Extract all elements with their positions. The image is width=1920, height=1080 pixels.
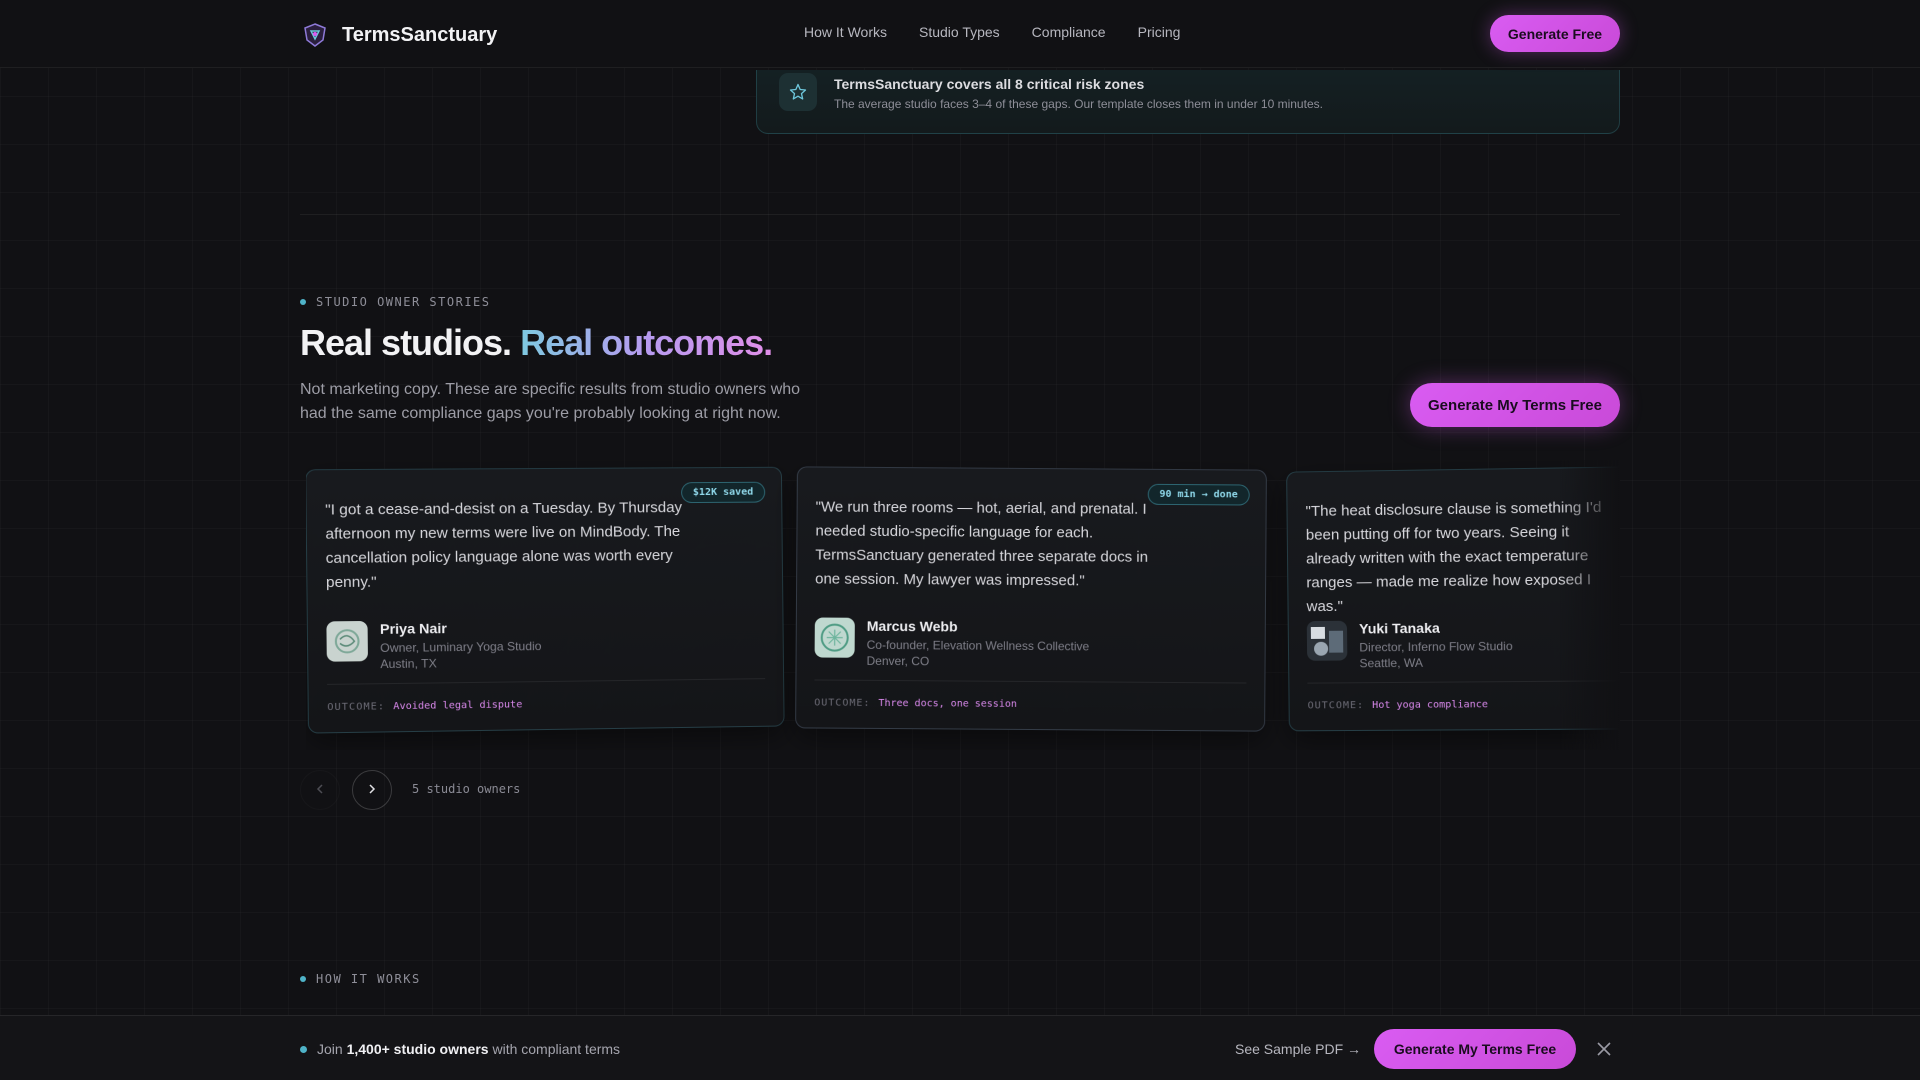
- author-name: Yuki Tanaka: [1359, 619, 1440, 637]
- testimonial-author: Marcus Webb Co-founder, Elevation Wellne…: [814, 617, 1090, 670]
- testimonial-card: $12K saved "I got a cease-and-desist on …: [306, 466, 785, 734]
- nav-generate-free-button[interactable]: Generate Free: [1490, 15, 1620, 52]
- shield-logo-icon: [300, 20, 330, 50]
- author-location: Austin, TX: [380, 656, 437, 672]
- heading-plain: Real studios.: [300, 322, 512, 363]
- outcome-row: OUTCOME: Hot yoga compliance: [1308, 699, 1488, 711]
- author-name: Priya Nair: [379, 620, 447, 637]
- how-it-works-eyebrow-label: HOW IT WORKS: [316, 972, 421, 986]
- author-location: Denver, CO: [866, 653, 930, 669]
- outcome-value: Avoided legal dispute: [393, 699, 523, 713]
- see-sample-pdf-link[interactable]: See Sample PDF →: [1235, 1041, 1361, 1057]
- sticky-cta-bar: Join 1,400+ studio owners with compliant…: [0, 1015, 1920, 1080]
- chevron-right-icon: [366, 783, 378, 798]
- eyebrow-dot: [300, 299, 306, 305]
- carousel-next-button[interactable]: [352, 770, 392, 810]
- avatar: [1306, 620, 1348, 661]
- close-bar-button[interactable]: [1592, 1038, 1616, 1062]
- status-dot: [300, 1045, 307, 1053]
- banner-title: TermsSanctuary covers all 8 critical ris…: [834, 76, 1145, 92]
- stories-eyebrow-label: STUDIO OWNER STORIES: [316, 295, 491, 309]
- author-name: Marcus Webb: [866, 617, 958, 635]
- carousel-fade: [1560, 460, 1620, 750]
- social-proof: Join 1,400+ studio owners with compliant…: [300, 1041, 620, 1057]
- outcome-label: OUTCOME:: [327, 701, 386, 714]
- bar-generate-terms-button[interactable]: Generate My Terms Free: [1374, 1029, 1576, 1069]
- heading-accent: Real outcomes.: [520, 322, 773, 363]
- nav-link-compliance[interactable]: Compliance: [1032, 24, 1106, 40]
- outcome-label: OUTCOME:: [814, 697, 871, 709]
- stories-heading: Real studios. Real outcomes.: [300, 322, 773, 364]
- social-proof-suffix: with compliant terms: [492, 1041, 621, 1057]
- testimonial-author: Yuki Tanaka Director, Inferno Flow Studi…: [1306, 619, 1513, 672]
- stories-eyebrow: STUDIO OWNER STORIES: [300, 295, 491, 309]
- testimonial-quote: "I got a cease-and-desist on a Tuesday. …: [325, 499, 683, 592]
- nav-link-how-it-works[interactable]: How It Works: [804, 24, 887, 40]
- social-proof-prefix: Join: [317, 1041, 343, 1057]
- generate-terms-button[interactable]: Generate My Terms Free: [1410, 383, 1620, 427]
- studio-owner-count: 5 studio owners: [412, 782, 521, 796]
- author-role: Co-founder, Elevation Wellness Collectiv…: [866, 637, 1090, 654]
- section-divider: [300, 214, 1620, 215]
- eyebrow-dot: [300, 976, 306, 982]
- author-role: Director, Inferno Flow Studio: [1359, 639, 1513, 655]
- testimonial-quote: "We run three rooms — hot, aerial, and p…: [815, 498, 1149, 590]
- avatar: [326, 620, 368, 662]
- social-proof-text: Join 1,400+ studio owners with compliant…: [317, 1041, 620, 1057]
- star-icon: [779, 73, 817, 111]
- coverage-banner: TermsSanctuary covers all 8 critical ris…: [756, 70, 1620, 134]
- outcome-label: OUTCOME:: [1307, 700, 1365, 712]
- carousel-prev-button[interactable]: [300, 770, 340, 810]
- nav-links: How It Works Studio Types Compliance Pri…: [804, 24, 1180, 40]
- brand-name: TermsSanctuary: [342, 23, 498, 46]
- outcome-row: OUTCOME: Avoided legal dispute: [327, 699, 522, 713]
- stories-lede: Not marketing copy. These are specific r…: [300, 381, 801, 422]
- avatar: [814, 617, 855, 658]
- brand[interactable]: TermsSanctuary: [300, 20, 497, 50]
- close-icon: [1596, 1041, 1612, 1060]
- outcome-divider: [814, 679, 1247, 684]
- result-badge: $12K saved: [680, 481, 766, 504]
- outcome-divider: [327, 678, 766, 685]
- testimonial-card: 90 min → done "We run three rooms — hot,…: [795, 466, 1267, 732]
- top-nav: TermsSanctuary How It Works Studio Types…: [0, 0, 1920, 68]
- nav-link-pricing[interactable]: Pricing: [1138, 24, 1181, 40]
- outcome-value: Hot yoga compliance: [1372, 699, 1489, 711]
- outcome-row: OUTCOME: Three docs, one session: [814, 697, 1017, 709]
- author-role: Owner, Luminary Yoga Studio: [380, 639, 542, 656]
- testimonial-author: Priya Nair Owner, Luminary Yoga Studio A…: [326, 619, 542, 673]
- chevron-left-icon: [314, 783, 326, 798]
- social-proof-highlight: 1,400+ studio owners: [346, 1041, 489, 1057]
- author-location: Seattle, WA: [1359, 655, 1424, 671]
- testimonial-carousel[interactable]: $12K saved "I got a cease-and-desist on …: [306, 460, 1620, 750]
- outcome-value: Three docs, one session: [878, 697, 1017, 710]
- banner-subtitle: The average studio faces 3–4 of these ga…: [834, 97, 1323, 111]
- how-it-works-eyebrow: HOW IT WORKS: [300, 972, 421, 986]
- nav-link-studio-types[interactable]: Studio Types: [919, 24, 1000, 40]
